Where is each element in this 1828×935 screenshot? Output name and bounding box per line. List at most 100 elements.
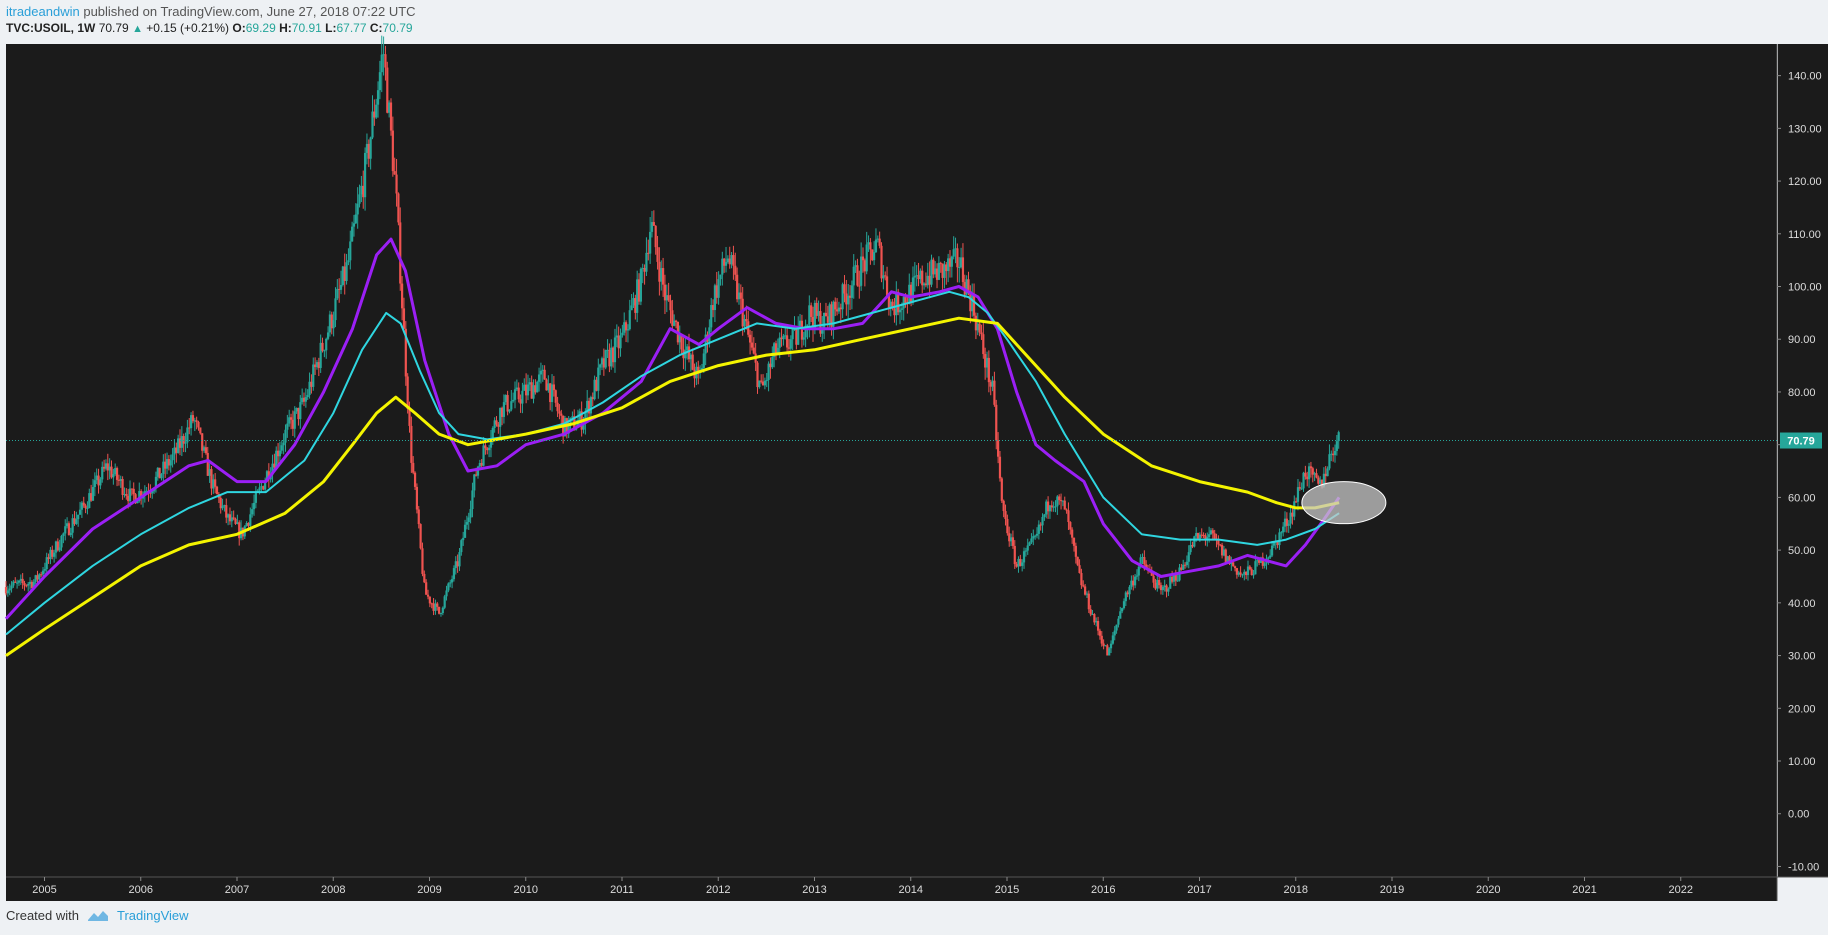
candle-body — [1022, 551, 1026, 563]
candle-body — [462, 537, 465, 541]
candle-body — [982, 334, 985, 355]
candle-body — [852, 266, 855, 286]
candle-body — [184, 442, 187, 444]
candle-body — [597, 367, 600, 391]
y-tick-label: 80.00 — [1788, 387, 1816, 399]
y-tick-label: 90.00 — [1788, 334, 1816, 346]
candle-body — [69, 532, 72, 536]
candle-body — [1043, 514, 1046, 517]
candle-body — [91, 487, 95, 501]
candle-body — [537, 374, 541, 382]
candle-body — [132, 488, 135, 495]
candle-body — [1337, 432, 1340, 442]
candle-body — [885, 276, 889, 296]
candle-body — [428, 596, 431, 604]
candle-body — [621, 332, 624, 336]
tradingview-logo-icon — [87, 910, 108, 921]
ellipse-annotation[interactable] — [1301, 481, 1387, 525]
candle-body — [802, 337, 805, 340]
candle-body — [393, 171, 396, 175]
candle-body — [282, 442, 285, 446]
candle-body — [1024, 550, 1027, 552]
candle-body — [482, 445, 485, 466]
footer: Created with TradingView — [6, 908, 189, 923]
candle-body — [391, 130, 394, 172]
candle-body — [413, 472, 417, 487]
candle-body — [898, 309, 902, 313]
candle-body — [399, 222, 402, 284]
candle-body — [450, 579, 454, 583]
time-axis[interactable] — [6, 877, 1777, 901]
candle-body — [286, 423, 289, 430]
candle-body — [82, 502, 85, 506]
plot-background[interactable] — [6, 44, 1777, 877]
candle-body — [1058, 496, 1061, 501]
x-tick-label: 2022 — [1669, 884, 1693, 896]
candle-body — [1098, 630, 1102, 636]
candle-body — [1208, 534, 1211, 538]
candle-body — [75, 519, 78, 524]
candle-body — [60, 535, 63, 548]
candle-body — [249, 514, 252, 526]
candle-body — [745, 318, 748, 322]
candle-body — [169, 460, 172, 466]
candle-body — [674, 320, 678, 322]
tradingview-brand[interactable]: TradingView — [117, 908, 189, 923]
candle-body — [978, 323, 981, 333]
y-tick-label: 30.00 — [1788, 651, 1816, 663]
candle-body — [376, 90, 380, 105]
candle-body — [16, 582, 19, 584]
candle-body — [717, 279, 720, 298]
candle-body — [861, 256, 865, 261]
candle-body — [1250, 569, 1253, 576]
candle-body — [99, 479, 102, 486]
candle-body — [1087, 593, 1090, 610]
candle-body — [6, 590, 9, 594]
candle-body — [748, 334, 752, 343]
candle-body — [191, 415, 195, 422]
candle-body — [1117, 618, 1120, 625]
candle-body — [1084, 586, 1087, 595]
candle-body — [406, 376, 409, 409]
candle-body — [421, 548, 424, 574]
candle-body — [734, 265, 737, 275]
price-axis[interactable] — [1778, 44, 1828, 877]
candle-body — [1037, 524, 1040, 534]
candle-body — [589, 397, 593, 414]
candle-body — [654, 225, 657, 248]
price-chart[interactable]: 140.00 130.00 120.00 110.00 100.00 90.00 80.00… — [0, 0, 1828, 935]
candle-body — [78, 509, 82, 515]
candle-body — [384, 54, 387, 68]
candle-body — [1263, 563, 1266, 566]
candle-body — [834, 301, 837, 310]
candle-body — [626, 329, 630, 331]
candle-body — [465, 522, 468, 525]
candle-body — [506, 395, 509, 412]
candle-body — [458, 552, 461, 567]
candle-body — [1307, 466, 1311, 480]
candle-body — [112, 474, 115, 478]
candle-body — [1096, 620, 1100, 631]
candle-body — [1119, 611, 1122, 619]
candle-body — [380, 54, 383, 73]
candle-body — [389, 102, 393, 131]
candle-body — [806, 324, 809, 326]
candle-body — [810, 305, 813, 317]
candle-body — [351, 226, 354, 242]
candle-body — [667, 295, 670, 301]
candle-body — [438, 606, 441, 614]
candle-body — [604, 350, 607, 368]
candle-body — [750, 342, 754, 348]
candle-body — [356, 203, 359, 215]
candle-body — [512, 399, 515, 402]
candle-body — [336, 288, 339, 299]
candle-body — [900, 308, 903, 310]
y-tick-label: 10.00 — [1788, 756, 1816, 768]
candle-body — [354, 214, 357, 224]
candle-body — [630, 305, 633, 311]
candle-body — [1115, 624, 1118, 631]
candle-body — [1298, 487, 1301, 489]
candle-body — [10, 585, 13, 589]
candle-body — [1333, 451, 1337, 456]
candle-body — [252, 502, 256, 510]
